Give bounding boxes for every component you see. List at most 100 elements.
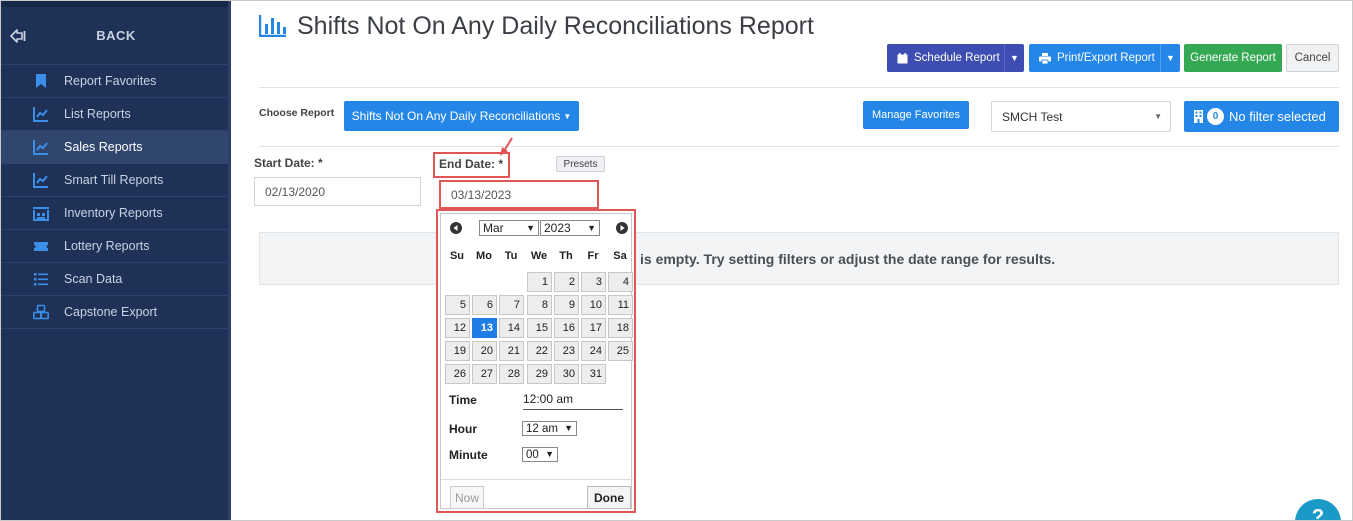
warehouse-icon [33, 207, 49, 221]
calendar-day[interactable]: 10 [581, 295, 606, 315]
sidebar-item-sales-reports[interactable]: Sales Reports [1, 131, 231, 164]
empty-results-message: is empty. Try setting filters or adjust … [259, 232, 1339, 285]
calendar-day[interactable]: 25 [608, 341, 633, 361]
calendar-day[interactable]: 30 [554, 364, 579, 384]
calendar-day[interactable]: 19 [445, 341, 470, 361]
filter-button[interactable]: 0 No filter selected [1184, 101, 1339, 132]
weekday-label: Sa [613, 250, 627, 262]
line-chart-icon [33, 173, 48, 188]
help-label: ? [1311, 506, 1325, 521]
calendar-day[interactable]: 23 [554, 341, 579, 361]
calendar-day[interactable]: 5 [445, 295, 470, 315]
calendar-day[interactable]: 21 [499, 341, 524, 361]
sidebar-item-label: Report Favorites [64, 74, 157, 88]
store-select[interactable]: SMCH Test ▼ [991, 101, 1171, 132]
calendar-day[interactable]: 6 [472, 295, 497, 315]
calendar-day[interactable]: 22 [527, 341, 552, 361]
done-button[interactable]: Done [587, 486, 631, 509]
triangle-right-icon [620, 225, 625, 231]
empty-results-text: is empty. Try setting filters or adjust … [640, 250, 1056, 267]
back-label: BACK [96, 28, 136, 43]
report-dropdown-value: Shifts Not On Any Daily Reconciliations [351, 109, 561, 123]
boxes-icon [33, 304, 49, 320]
sidebar-item-scan-data[interactable]: Scan Data [1, 263, 231, 296]
weekday-label: Su [449, 250, 465, 262]
calendar-day[interactable]: 9 [554, 295, 579, 315]
sidebar-item-label: Capstone Export [64, 305, 158, 319]
calendar-day[interactable]: 8 [527, 295, 552, 315]
calendar-day[interactable]: 28 [499, 364, 524, 384]
sidebar-item-list-reports[interactable]: List Reports [1, 98, 231, 131]
sidebar-item-capstone-export[interactable]: Capstone Export [1, 296, 231, 329]
calendar-day[interactable]: 24 [581, 341, 606, 361]
now-label: Now [454, 490, 479, 505]
generate-report-button[interactable]: Generate Report [1184, 44, 1282, 72]
weekday-label: Th [559, 250, 573, 262]
now-button[interactable]: Now [450, 486, 484, 509]
report-dropdown[interactable]: Shifts Not On Any Daily Reconciliations … [344, 101, 579, 131]
presets-button[interactable]: Presets [556, 156, 605, 172]
sidebar: BACK Report Favorites List Reports Sales… [1, 1, 231, 520]
schedule-report-button[interactable]: Schedule Report ▼ [887, 44, 1024, 72]
calendar-day[interactable]: 27 [472, 364, 497, 384]
weekday-label: Fr [587, 250, 599, 262]
main-panel: Shifts Not On Any Daily Reconciliations … [239, 1, 1347, 521]
calendar-day[interactable]: 20 [472, 341, 497, 361]
year-select[interactable]: 2023 ▼ [540, 220, 600, 236]
calendar-day[interactable]: 15 [527, 318, 552, 338]
calendar-day[interactable]: 31 [581, 364, 606, 384]
calendar-day[interactable]: 1 [527, 272, 552, 292]
calendar-day-selected[interactable]: 13 [472, 318, 497, 338]
month-select[interactable]: Mar ▼ [479, 220, 539, 236]
month-select-value: Mar [483, 221, 504, 235]
help-button[interactable]: ? [1295, 499, 1341, 521]
calendar-day[interactable]: 14 [499, 318, 524, 338]
presets-label: Presets [563, 158, 598, 170]
date-picker-panel: Mar ▼ 2023 ▼ Time 12:00 am Hour 12 am ▼ Min… [440, 213, 633, 509]
print-export-button[interactable]: Print/Export Report ▼ [1029, 44, 1180, 72]
cancel-label: Cancel [1294, 52, 1331, 64]
time-value: 12:00 am [523, 392, 623, 410]
end-date-label: End Date: * [439, 157, 504, 171]
hour-label: Hour [449, 422, 477, 436]
hour-select-value: 12 am [526, 422, 558, 435]
page-title: Shifts Not On Any Daily Reconciliations … [297, 11, 814, 40]
sidebar-item-label: Scan Data [64, 272, 123, 286]
next-month-button[interactable] [616, 222, 628, 234]
calendar-day[interactable]: 18 [608, 318, 633, 338]
generate-report-label: Generate Report [1190, 52, 1276, 64]
schedule-report-main[interactable]: Schedule Report [887, 52, 1004, 64]
schedule-report-dropdown[interactable]: ▼ [1004, 44, 1024, 72]
prev-month-button[interactable] [450, 222, 462, 234]
calendar-day[interactable]: 7 [499, 295, 524, 315]
calendar-day[interactable]: 4 [608, 272, 633, 292]
minute-select[interactable]: 00 ▼ [522, 447, 558, 462]
calendar-day[interactable]: 26 [445, 364, 470, 384]
calendar-day[interactable]: 16 [554, 318, 579, 338]
start-date-input[interactable]: 02/13/2020 [254, 177, 421, 206]
print-export-main[interactable]: Print/Export Report [1029, 52, 1160, 64]
back-button[interactable]: BACK [1, 7, 231, 65]
title-row: Shifts Not On Any Daily Reconciliations … [259, 9, 814, 43]
calendar-day[interactable]: 12 [445, 318, 470, 338]
end-date-input[interactable]: 03/13/2023 [439, 180, 599, 209]
calendar-day[interactable]: 3 [581, 272, 606, 292]
calendar-day[interactable]: 2 [554, 272, 579, 292]
hour-select[interactable]: 12 am ▼ [522, 421, 577, 436]
sidebar-item-inventory-reports[interactable]: Inventory Reports [1, 197, 231, 230]
line-chart-icon [33, 140, 48, 155]
sidebar-item-label: Lottery Reports [64, 239, 150, 253]
divider [259, 87, 1339, 88]
sidebar-item-lottery-reports[interactable]: Lottery Reports [1, 230, 231, 263]
calendar-day[interactable]: 11 [608, 295, 633, 315]
weekday-label: We [530, 250, 548, 262]
chevron-down-icon: ▼ [545, 449, 554, 459]
cancel-button[interactable]: Cancel [1286, 44, 1339, 72]
choose-report-label: Choose Report [259, 107, 335, 119]
calendar-day[interactable]: 17 [581, 318, 606, 338]
print-export-dropdown[interactable]: ▼ [1160, 44, 1180, 72]
sidebar-item-report-favorites[interactable]: Report Favorites [1, 65, 231, 98]
sidebar-item-smart-till-reports[interactable]: Smart Till Reports [1, 164, 231, 197]
calendar-day[interactable]: 29 [527, 364, 552, 384]
manage-favorites-button[interactable]: Manage Favorites [863, 101, 969, 129]
